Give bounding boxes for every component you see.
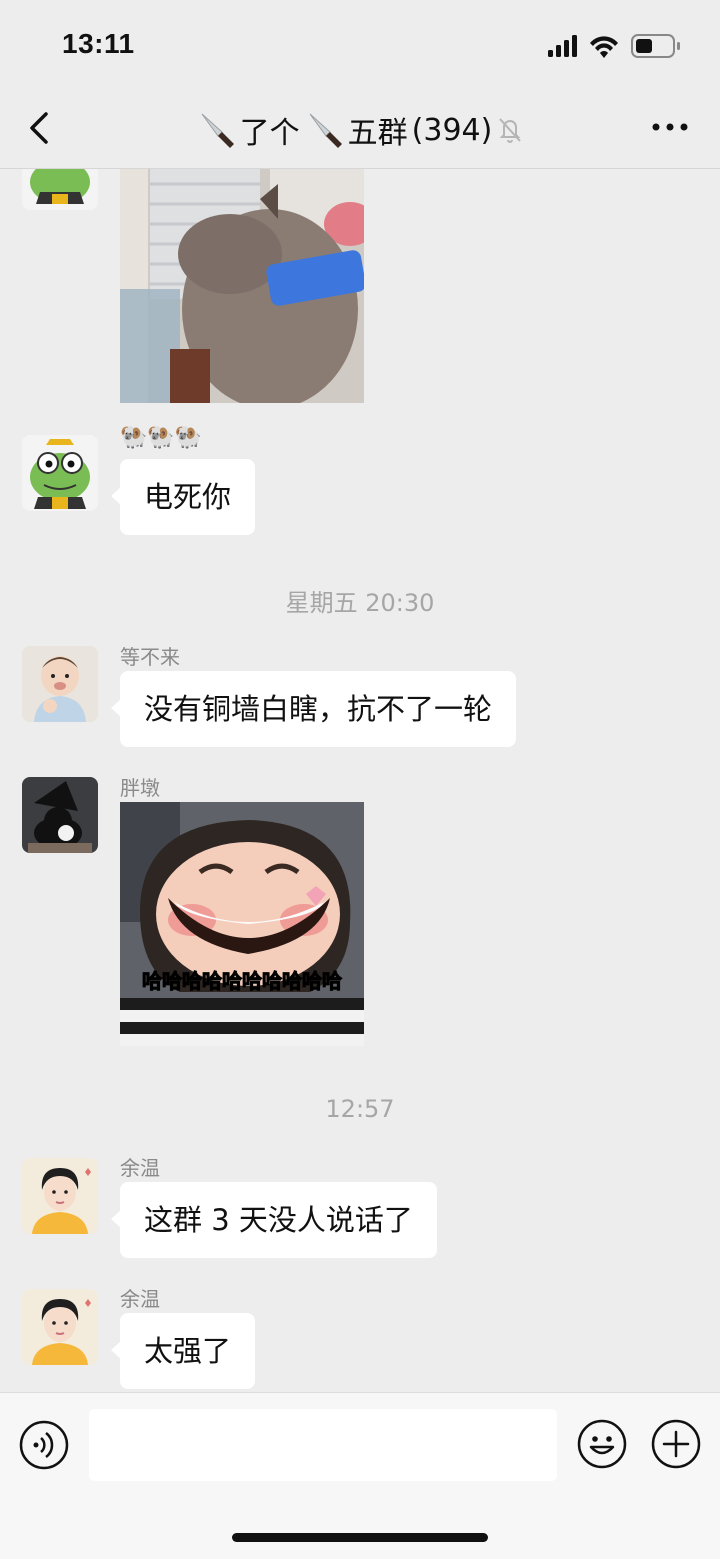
message-bubble[interactable]: 太强了: [110, 1313, 256, 1389]
timestamp: 12:57: [325, 1095, 395, 1123]
avatar[interactable]: [22, 1289, 98, 1365]
emoji-icon[interactable]: [577, 1419, 627, 1469]
sender-name: 余温: [120, 1156, 160, 1180]
sender-name: 等不来: [120, 645, 180, 669]
message-bubble[interactable]: 电死你: [110, 459, 256, 535]
cat-image[interactable]: [120, 169, 364, 403]
voice-icon[interactable]: [19, 1420, 69, 1470]
knife-icon: [309, 113, 342, 148]
avatar[interactable]: [22, 1158, 98, 1234]
avatar[interactable]: [22, 169, 98, 210]
input-bar: [0, 1392, 720, 1559]
knife-icon: [201, 113, 234, 148]
battery-icon: [631, 34, 680, 58]
message-bubble[interactable]: 这群 3 天没人说话了: [111, 1182, 437, 1258]
status-time: 13:11: [62, 28, 135, 59]
home-indicator[interactable]: [232, 1533, 488, 1542]
chat-area[interactable]: 🐏🐏🐏 电死你 星期五 20:30 等不来 没有铜墙白瞎，抗不了一轮 胖墩 哈哈…: [0, 169, 720, 1392]
mute-bell-icon: [499, 118, 522, 143]
chat-title: 了个 五群 (394): [0, 108, 720, 158]
status-icons: [548, 34, 680, 58]
plus-icon[interactable]: [651, 1419, 701, 1469]
message-input[interactable]: [89, 1409, 557, 1481]
avatar[interactable]: [22, 435, 98, 511]
nav-bar: 了个 五群 (394): [0, 90, 720, 169]
sender-name: 胖墩: [120, 776, 160, 800]
more-icon[interactable]: [650, 112, 690, 142]
title-part-2: 五群: [347, 116, 408, 151]
status-bar: 13:11: [0, 0, 720, 90]
title-part-1: 了个: [239, 116, 300, 151]
laughing-girl-image[interactable]: 哈哈哈哈哈哈哈哈哈哈: [120, 802, 364, 1046]
sender-name: 余温: [120, 1287, 160, 1311]
sender-name: 🐏🐏🐏: [120, 425, 203, 450]
timestamp: 星期五 20:30: [285, 589, 435, 617]
signal-icon: [548, 35, 577, 57]
avatar[interactable]: [22, 646, 98, 722]
wifi-icon: [590, 36, 618, 58]
image-caption: 哈哈哈哈哈哈哈哈哈哈: [142, 969, 342, 993]
avatar[interactable]: [22, 777, 98, 853]
member-count: (394): [411, 112, 493, 148]
message-bubble[interactable]: 没有铜墙白瞎，抗不了一轮: [110, 671, 517, 747]
